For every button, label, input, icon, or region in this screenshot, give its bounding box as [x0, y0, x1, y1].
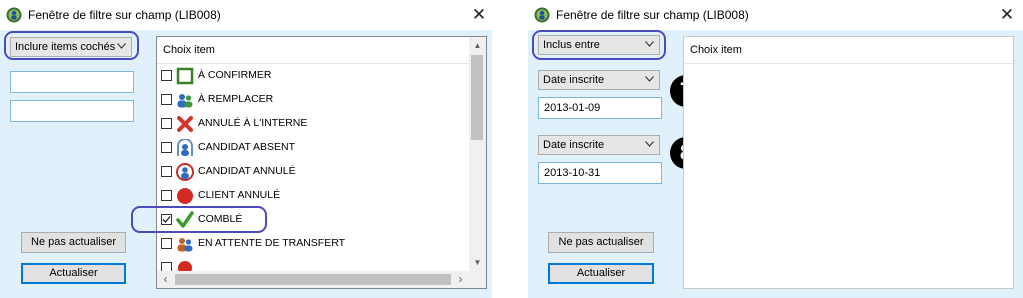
scroll-up-icon[interactable]: ▲	[469, 37, 486, 54]
checkbox[interactable]	[161, 142, 172, 153]
list-item[interactable]: CLIENT ANNULÉ	[161, 184, 461, 208]
title-bar: Fenêtre de filtre sur champ (LIB008) ✕	[0, 0, 492, 30]
checkbox[interactable]	[161, 214, 172, 225]
scroll-corner	[469, 271, 486, 288]
window-title: Fenêtre de filtre sur champ (LIB008)	[556, 8, 749, 22]
filter-mode-select[interactable]: Inclure items cochés	[10, 37, 132, 57]
hscroll-thumb[interactable]	[175, 274, 451, 285]
item-label: CANDIDAT ABSENT	[198, 141, 296, 153]
filter-window-left: Fenêtre de filtre sur champ (LIB008) ✕ I…	[0, 0, 492, 298]
scroll-down-icon[interactable]: ▼	[469, 254, 486, 271]
list-item[interactable]: À REMPLACER	[161, 88, 461, 112]
scroll-right-icon[interactable]: ›	[452, 271, 469, 288]
date-type-value: Date inscrite	[543, 139, 605, 151]
title-bar: Fenêtre de filtre sur champ (LIB008) ✕	[528, 0, 1023, 30]
chevron-down-icon	[645, 76, 654, 82]
checkbox[interactable]	[161, 238, 172, 249]
close-icon[interactable]: ✕	[997, 6, 1017, 24]
list-item[interactable]: EN ATTENTE DE TRANSFERT	[161, 232, 461, 256]
value-field-1[interactable]	[10, 71, 134, 93]
item-label: CANDIDAT ANNULÉ	[198, 165, 296, 177]
item-label: CLIENT ANNULÉ	[198, 189, 281, 201]
filter-window-right: Fenêtre de filtre sur champ (LIB008) ✕ I…	[528, 0, 1023, 298]
item-label: À CONFIRMER	[198, 69, 272, 81]
item-label: ANNULÉ À L'INTERNE	[198, 117, 308, 129]
item-label: COMBLÉ	[198, 213, 243, 225]
date-type-select-1[interactable]: Date inscrite	[538, 70, 660, 90]
item-list[interactable]: Choix item À CONFIRMER À REMPLACER ANNUL…	[156, 36, 487, 289]
close-icon[interactable]: ✕	[469, 6, 489, 24]
checkbox[interactable]	[161, 70, 172, 81]
checkbox[interactable]	[161, 166, 172, 177]
list-item[interactable]: ANNULÉ À L'INTERNE	[161, 112, 461, 136]
refresh-button[interactable]: Actualiser	[548, 263, 654, 284]
scroll-left-icon[interactable]: ‹	[157, 271, 174, 288]
item-list[interactable]: Choix item	[683, 36, 1014, 289]
item-label: EN ATTENTE DE TRANSFERT	[198, 237, 346, 249]
person-cancel-icon	[176, 163, 194, 181]
window-title: Fenêtre de filtre sur champ (LIB008)	[28, 8, 221, 22]
window-client: Inclus entre Date inscrite 2013-01-09 Da…	[528, 30, 1023, 298]
list-item[interactable]: CANDIDAT ANNULÉ	[161, 160, 461, 184]
chevron-down-icon	[117, 43, 126, 49]
person-frame-icon	[177, 139, 193, 156]
checkmark-icon	[162, 216, 171, 223]
no-refresh-button[interactable]: Ne pas actualiser	[548, 232, 654, 253]
green-square-icon	[176, 67, 194, 85]
list-header: Choix item	[157, 37, 486, 64]
scroll-thumb[interactable]	[471, 55, 483, 140]
start-date-field[interactable]: 2013-01-09	[538, 97, 662, 119]
date-type-select-2[interactable]: Date inscrite	[538, 135, 660, 155]
app-icon	[6, 7, 22, 23]
app-icon	[534, 7, 550, 23]
people-transfer-icon	[177, 238, 193, 252]
end-date-field[interactable]: 2013-10-31	[538, 162, 662, 184]
list-header: Choix item	[684, 37, 1013, 64]
no-refresh-button[interactable]: Ne pas actualiser	[21, 232, 126, 253]
checkbox[interactable]	[161, 118, 172, 129]
list-item[interactable]: COMBLÉ	[161, 208, 461, 232]
checkbox[interactable]	[161, 190, 172, 201]
red-stop-icon	[177, 188, 193, 204]
green-check-icon	[176, 211, 194, 228]
horizontal-scrollbar[interactable]: ‹ ›	[157, 271, 469, 288]
filter-mode-select[interactable]: Inclus entre	[538, 35, 660, 55]
checkbox[interactable]	[161, 94, 172, 105]
list-item[interactable]: CANDIDAT ABSENT	[161, 136, 461, 160]
item-label: À REMPLACER	[198, 93, 274, 105]
window-client: Inclure items cochés Ne pas actualiser A…	[0, 30, 492, 298]
chevron-down-icon	[645, 141, 654, 147]
vertical-scrollbar[interactable]: ▲ ▼	[469, 37, 486, 271]
people-icon	[177, 94, 193, 108]
value-field-2[interactable]	[10, 100, 134, 122]
red-x-icon	[177, 116, 193, 132]
chevron-down-icon	[645, 41, 654, 47]
date-type-value: Date inscrite	[543, 74, 605, 86]
filter-mode-value: Inclus entre	[543, 39, 600, 51]
filter-mode-value: Inclure items cochés	[15, 41, 116, 53]
list-item[interactable]: À CONFIRMER	[161, 64, 461, 88]
refresh-button[interactable]: Actualiser	[21, 263, 126, 284]
